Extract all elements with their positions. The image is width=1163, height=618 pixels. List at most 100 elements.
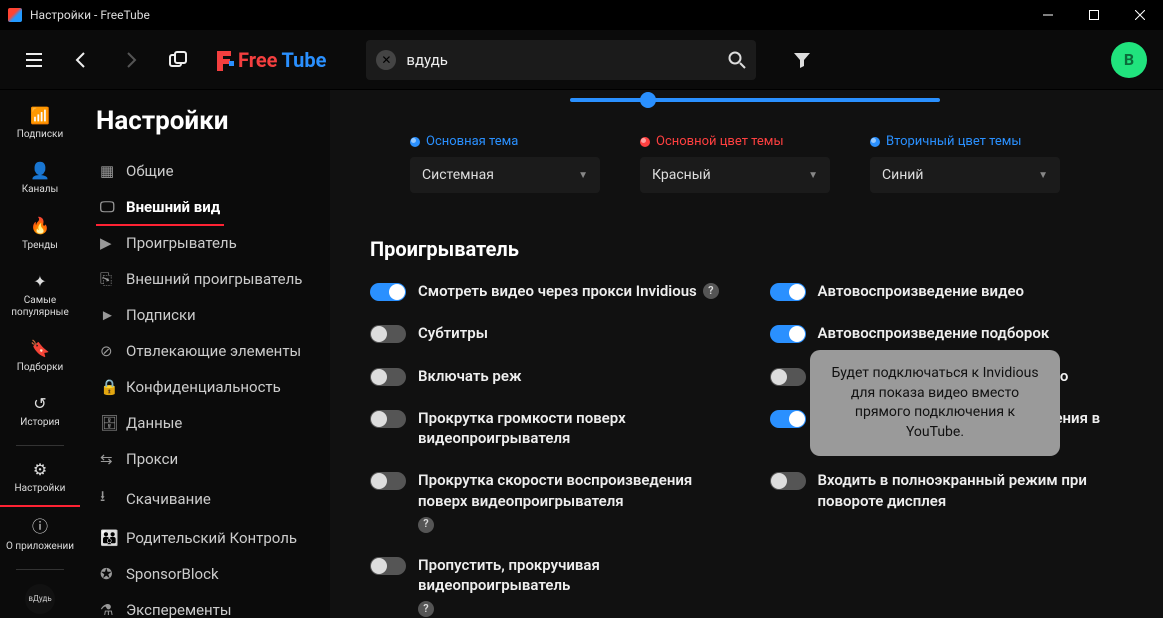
nav-forward-button[interactable] [112,42,148,78]
sidebar-item-0[interactable]: ▦ Общие [96,154,178,190]
sidebar-item-7[interactable]: 🗄Данные [96,406,186,442]
play-icon: ▶ [100,234,116,252]
primary-color-label: Основной цвет темы [640,134,830,149]
secondary-color-label: Вторичный цвет темы [870,134,1060,149]
flask-icon: ⚗ [100,601,116,618]
app-logo[interactable]: FreeTube [214,48,326,72]
ui-scale-slider[interactable] [570,98,940,102]
window-minimize-button[interactable] [1025,0,1071,30]
window-title: Настройки - FreeTube [30,8,150,22]
logo-text-tube: Tube [281,48,326,72]
palette-icon [640,137,650,147]
toggle-label: Включать реж [418,366,522,386]
sidebar-item-1[interactable]: 🖵Внешний вид [96,190,224,226]
sidebar-item-4[interactable]: ►Подписки [96,298,200,334]
search-input[interactable] [406,51,718,69]
sidebar-item-11[interactable]: ✪SponsorBlock [96,557,223,593]
user-icon: 👤 [30,161,50,180]
sidebar-title: Настройки [96,106,330,136]
top-toolbar: FreeTube ✕ В [0,30,1163,90]
lock-icon: 🔒 [100,378,116,396]
rail-settings[interactable]: ⚙Настройки [0,452,80,507]
search-icon[interactable] [728,51,746,69]
sidebar-item-label: Отвлекающие элементы [126,342,301,360]
toggle-switch[interactable] [370,472,406,490]
sidebar-item-label: Проигрыватель [126,234,237,252]
sidebar-item-3[interactable]: ⎘Внешний проигрыватель [96,262,306,298]
primary-color-dropdown[interactable]: Красный▼ [640,157,830,193]
hamburger-menu-button[interactable] [16,42,52,78]
chevron-down-icon: ▼ [808,170,818,181]
sidebar-item-5[interactable]: ⊘Отвлекающие элементы [96,334,305,370]
rail-separator [16,569,64,570]
window-close-button[interactable] [1117,0,1163,30]
toggle-label: Пропустить, прокручивая видеопроигрывате… [418,555,740,618]
rail-playlists[interactable]: 🔖Подборки [0,331,80,384]
toggle-switch[interactable] [370,325,406,343]
sidebar-item-12[interactable]: ⚗Эксперементы [96,593,236,618]
main-theme-dropdown[interactable]: Системная▼ [410,157,600,193]
toggle-label: Прокрутка громкости поверх видеопроигрыв… [418,408,740,449]
tooltip: Будет подключаться к Invidious для показ… [810,350,1060,456]
search-bar[interactable]: ✕ [366,40,756,80]
toggle-switch[interactable] [770,368,806,386]
chevron-down-icon: ▼ [1038,170,1048,181]
filter-button[interactable] [784,42,820,78]
rail-channel-thumb[interactable]: вДудь [25,584,55,614]
slider-thumb[interactable] [640,92,656,108]
help-icon[interactable]: ? [418,601,434,617]
toggle-switch[interactable] [370,283,406,301]
rail-history[interactable]: ↺История [0,386,80,439]
download-icon: ⭳ [100,486,116,511]
toggle-label: Субтитры [418,323,488,343]
rail-popular[interactable]: ✦Самые популярные [0,264,80,329]
help-icon[interactable]: ? [703,283,719,299]
rail-about[interactable]: ⓘО приложении [0,509,80,562]
bookmark-icon: 🔖 [30,339,50,358]
palette-icon [870,137,880,147]
toggle-switch[interactable] [770,410,806,428]
toggle-row: Входить в полноэкранный режим при поворо… [770,470,1140,533]
toggle-switch[interactable] [370,368,406,386]
nav-back-button[interactable] [64,42,100,78]
secondary-color-dropdown[interactable]: Синий▼ [870,157,1060,193]
sidebar-item-10[interactable]: 👪Родительский Контроль [96,521,301,557]
help-icon[interactable]: ? [418,517,434,533]
parent-icon: 👪 [100,529,116,547]
sidebar-item-label: Подписки [126,306,196,324]
toggle-row: Включать реж [370,366,740,386]
sidebar-item-9[interactable]: ⭳Скачивание [96,478,215,521]
window-titlebar: Настройки - FreeTube [0,0,1163,30]
search-clear-button[interactable]: ✕ [376,50,396,70]
toggle-switch[interactable] [370,410,406,428]
monitor-icon: 🖵 [100,198,116,216]
sidebar-item-label: Прокси [126,450,178,468]
toggle-label: Смотреть видео через прокси Invidious ? [418,281,719,301]
toggle-label: Автовоспроизведение видео [818,281,1025,301]
external-icon: ⎘ [100,270,116,288]
sidebar-item-2[interactable]: ▶ Проигрыватель [96,226,241,262]
rail-trending[interactable]: 🔥Тренды [0,208,80,261]
nav-rail: 📶Подписки 👤Каналы 🔥Тренды ✦Самые популяр… [0,90,80,618]
sidebar-item-8[interactable]: ⇆Прокси [96,442,182,478]
toggle-switch[interactable] [770,472,806,490]
rail-channels[interactable]: 👤Каналы [0,153,80,206]
chevron-down-icon: ▼ [578,170,588,181]
new-window-button[interactable] [160,42,196,78]
settings-sidebar: Настройки ▦ Общие 🖵Внешний вид ▶ Проигрывате… [80,90,330,618]
toggle-row: Автовоспроизведение видео [770,281,1140,301]
toggle-switch[interactable] [370,557,406,575]
rss-icon: 📶 [30,106,50,125]
sidebar-item-6[interactable]: 🔒Конфиденциальность [96,370,285,406]
window-maximize-button[interactable] [1071,0,1117,30]
rail-subscriptions[interactable]: 📶Подписки [0,98,80,151]
toggle-switch[interactable] [770,283,806,301]
grid-icon: ▦ [100,162,116,180]
profile-avatar[interactable]: В [1111,42,1147,78]
toggle-switch[interactable] [770,325,806,343]
sidebar-item-label: Общие [126,162,174,180]
app-icon [8,8,22,22]
fire-icon: 🔥 [30,216,50,235]
sidebar-item-label: Данные [126,414,182,432]
settings-content[interactable]: Основная тема Системная▼ Основной цвет т… [330,90,1163,618]
